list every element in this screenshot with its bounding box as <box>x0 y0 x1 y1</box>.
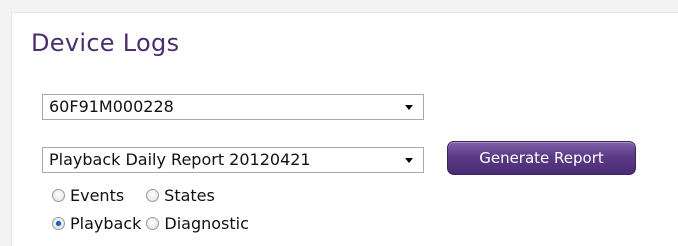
report-select[interactable]: Playback Daily Report 20120421 <box>42 147 424 173</box>
diagnostic-radio-label[interactable]: Diagnostic <box>164 214 249 233</box>
chevron-down-icon <box>405 105 413 110</box>
playback-radio[interactable] <box>52 217 65 230</box>
diagnostic-radio[interactable] <box>146 217 160 230</box>
radio-row-2: Playback Diagnostic <box>52 214 249 234</box>
device-select-value: 60F91M000228 <box>49 97 174 116</box>
radio-row-1: Events States <box>52 186 215 206</box>
events-radio[interactable] <box>52 189 65 202</box>
report-select-value: Playback Daily Report 20120421 <box>49 150 311 169</box>
generate-report-button[interactable]: Generate Report <box>447 141 636 175</box>
states-radio-label[interactable]: States <box>164 186 215 205</box>
events-radio-label[interactable]: Events <box>70 186 124 205</box>
chevron-down-icon <box>405 158 413 163</box>
page-title: Device Logs <box>31 29 180 57</box>
device-select[interactable]: 60F91M000228 <box>42 94 424 120</box>
states-radio[interactable] <box>146 189 160 202</box>
playback-radio-label[interactable]: Playback <box>70 214 141 233</box>
